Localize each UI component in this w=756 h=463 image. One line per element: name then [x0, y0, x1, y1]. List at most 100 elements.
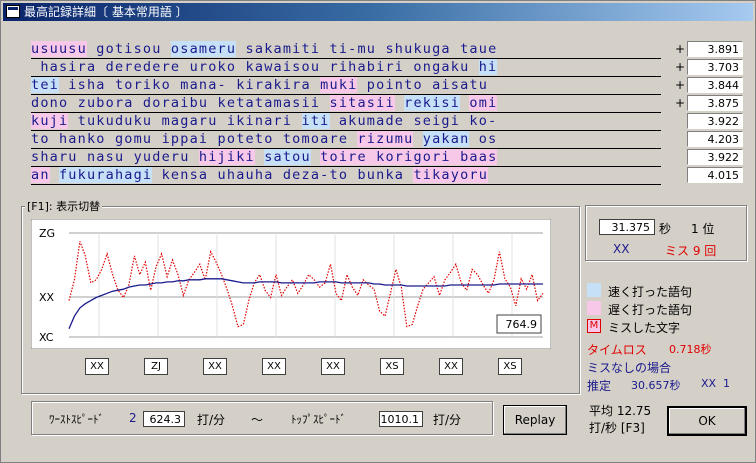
score-row: 4.015	[671, 167, 747, 184]
window-title: 最高記録詳細〔 基本常用語 〕	[24, 5, 188, 19]
text-line: dono zubora doraibu ketatamasii sitasii …	[31, 95, 661, 113]
best-mark: +	[675, 60, 686, 74]
fast-word: tei	[31, 77, 59, 93]
slow-word: hijiki	[198, 149, 255, 165]
best-mark: +	[675, 42, 686, 56]
fast-word: iti	[301, 113, 330, 129]
average-speed-unit[interactable]: 打/秒 [F3]	[589, 419, 645, 436]
top-speed-label: ﾄｯﾌﾟｽﾋﾟｰﾄﾞ	[291, 413, 346, 426]
rank: 1 位	[691, 222, 715, 236]
current-value-label: 764.9	[506, 318, 538, 331]
top-speed-unit: 打/分	[433, 413, 462, 427]
nomiss-label: ミスなしの場合	[587, 361, 672, 375]
miss-count: ミス 9 回	[665, 244, 717, 258]
text-line: an fukurahagi kensa uhauha deza-to bunka…	[31, 167, 661, 185]
score-row: 3.922	[671, 149, 747, 166]
timeloss-label: タイムロス	[587, 343, 647, 357]
chart-background	[30, 218, 552, 350]
estimate-time: 30.657秒	[631, 379, 681, 392]
text-line: hasira deredere uroko kawaisou rihabiri …	[31, 59, 661, 77]
text-segment: dono zubora doraibu ketatamasii	[31, 95, 330, 111]
text-segment: pointo aisatu	[357, 77, 489, 93]
text-segment	[311, 149, 320, 165]
average-speed: 平均 12.75	[589, 404, 652, 418]
slow-word: toire korigori baas	[320, 149, 498, 165]
y-tick-label: ZG	[39, 227, 55, 240]
segment-rating: XX	[203, 358, 227, 375]
estimate-grade: XX	[701, 377, 717, 390]
text-line: usuusu gotisou osameru sakamiti ti-mu sh…	[31, 41, 661, 59]
line-score: 4.203	[687, 131, 743, 147]
speed-range-tilde: ～	[251, 413, 264, 427]
line-score: 3.922	[687, 113, 743, 129]
best-mark: +	[675, 96, 686, 110]
fast-word: yakan	[422, 131, 470, 147]
title-bar: 最高記録詳細〔 基本常用語 〕	[3, 3, 753, 21]
text-line: sharu nasu yuderu hijiki satou toire kor…	[31, 149, 661, 167]
slow-word: tikayoru	[413, 167, 489, 183]
record-detail-window: 最高記録詳細〔 基本常用語 〕 usuusu gotisou osameru s…	[0, 0, 756, 463]
text-line: to hanko gomu ippai poteto tomoare rizum…	[31, 131, 661, 149]
fast-word: fukurahagi	[58, 167, 153, 183]
text-segment: sharu nasu yuderu	[31, 149, 199, 165]
line-score: 3.844	[687, 77, 743, 93]
worst-speed-unit: 打/分	[197, 413, 226, 427]
segment-rating: XX	[262, 358, 286, 375]
segment-rating: XX	[85, 358, 109, 375]
timeloss-value: 0.718秒	[669, 343, 712, 356]
miss-swatch: M	[587, 319, 601, 333]
line-score: 3.891	[687, 41, 743, 57]
line-score: 3.922	[687, 149, 743, 165]
text-segment: gotisou	[86, 41, 171, 57]
estimate-label: 推定	[587, 379, 612, 393]
score-row: +3.844	[671, 77, 747, 94]
text-line: kuji tukuduku magaru ikinari iti akumade…	[31, 113, 661, 131]
segment-rating: XX	[321, 358, 345, 375]
top-speed-value: 1010.1	[379, 411, 423, 427]
segment-rating: ZJ	[144, 358, 168, 375]
line-score: 4.015	[687, 167, 743, 183]
slow-word: usuusu	[31, 41, 87, 57]
segment-rating: XX	[439, 358, 463, 375]
time-unit: 秒	[659, 222, 672, 236]
text-segment	[255, 149, 264, 165]
legend-miss: ミスした文字	[608, 321, 681, 335]
chart-group-label[interactable]: [F1]: 表示切替	[25, 198, 103, 214]
score-row: 3.922	[671, 113, 747, 130]
slow-word: kuji	[31, 113, 69, 129]
score-row: +3.891	[671, 41, 747, 58]
text-line: tei isha toriko mana- kirakira muki poin…	[31, 77, 661, 95]
worst-speed-value: 624.3	[143, 411, 185, 427]
line-score: 3.875	[687, 95, 743, 111]
score-row: 4.203	[671, 131, 747, 148]
slow-word: an	[31, 167, 50, 183]
segment-rating: XS	[380, 358, 404, 375]
slow-word: muki	[320, 77, 358, 93]
slow-word: sitasii	[329, 95, 395, 111]
y-tick-label: XX	[39, 291, 55, 304]
fast-word: osameru	[170, 41, 237, 57]
fast-word: rekisi	[404, 95, 461, 111]
fast-swatch	[587, 283, 601, 297]
fast-word: hi	[478, 59, 498, 75]
text-segment: sakamiti ti-mu shukuga taue	[236, 41, 498, 57]
legend-slow: 遅く打った語句	[608, 303, 693, 317]
replay-button[interactable]: Replay	[503, 405, 567, 435]
legend-fast: 速く打った語句	[608, 285, 693, 299]
text-segment: isha toriko mana- kirakira	[58, 77, 321, 93]
score-row: +3.875	[671, 95, 747, 112]
text-segment: os	[469, 131, 498, 147]
ok-button[interactable]: OK	[667, 406, 747, 436]
total-time: 31.375	[599, 219, 655, 235]
fast-word: satou	[264, 149, 311, 165]
worst-speed-label: ﾜｰｽﾄｽﾋﾟｰﾄﾞ	[49, 413, 104, 426]
rank-grade: XX	[613, 242, 630, 256]
score-row: +3.703	[671, 59, 747, 76]
text-segment	[395, 95, 404, 111]
y-tick-label: XC	[39, 331, 54, 344]
text-segment: akumade seigi ko-	[329, 113, 498, 129]
text-segment: hasira deredere uroko kawaisou rihabiri …	[31, 59, 479, 75]
speed-chart-svg: ZG XX XC 764.9	[30, 218, 552, 350]
text-segment	[50, 167, 59, 183]
window-icon	[6, 5, 20, 18]
